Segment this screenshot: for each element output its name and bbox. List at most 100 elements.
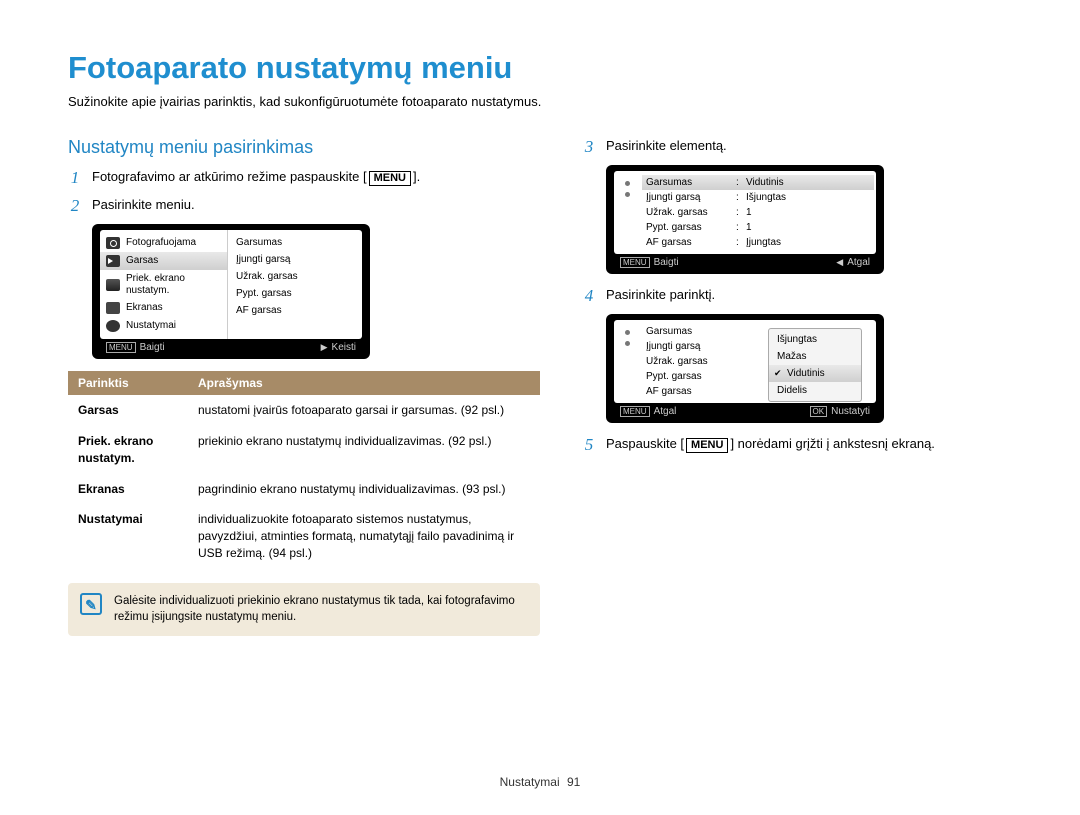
footer-left: Baigti [140,342,165,353]
step-2-text: Pasirinkite meniu. [92,196,540,214]
step-1: 1 Fotografavimo ar atkūrimo režime paspa… [68,168,540,186]
row-value: Vidutinis [746,177,870,188]
section-heading: Nustatymų meniu pasirinkimas [68,137,540,158]
row-label: AF garsas [646,237,732,248]
popup-item: Didelis [769,382,861,399]
option-name: Priek. ekrano nustatym. [68,426,188,474]
row-label: Garsumas [646,177,732,188]
menu-item: Ekranas [100,299,227,317]
row-label: Įjungti garsą [646,341,732,352]
step-1-text-post: ]. [413,169,420,184]
page-subtitle: Sužinokite apie įvairias parinktis, kad … [68,94,1012,109]
row-label: AF garsas [646,386,732,397]
option-desc: individualizuokite fotoaparato sistemos … [188,504,540,568]
step-number: 4 [582,286,596,304]
camera-screen-values: Garsumas:Vidutinis Įjungti garsą:Išjungt… [606,165,884,274]
step-5-text-pre: Paspauskite [ [606,436,684,451]
submenu-item: AF garsas [236,302,354,319]
menu-item-label: Priek. ekrano nustatym. [126,273,221,296]
footer-left: Baigti [654,257,679,268]
popup-item: Mažas [769,348,861,365]
menu-item: Priek. ekrano nustatym. [100,270,227,299]
menu-button-label: MENU [369,171,411,186]
dot-icon [625,181,630,186]
note-icon: ✎ [80,593,102,615]
step-1-text-pre: Fotografavimo ar atkūrimo režime paspaus… [92,169,367,184]
step-3-text: Pasirinkite elementą. [606,137,1012,155]
row-label: Pypt. garsas [646,371,732,382]
step-number: 3 [582,137,596,155]
step-number: 2 [68,196,82,214]
step-2: 2 Pasirinkite meniu. [68,196,540,214]
footer-section: Nustatymai [500,775,560,789]
camera-screen-popup: Garsumas Įjungti garsą Užrak. garsas Pyp… [606,314,884,423]
camera-screen-menu: Fotografuojama Garsas Priek. ekrano nust… [92,224,370,359]
step-3: 3 Pasirinkite elementą. [582,137,1012,155]
option-desc: nustatomi įvairūs fotoaparato garsai ir … [188,395,540,426]
menu-icon: MENU [620,406,650,417]
option-desc: priekinio ekrano nustatymų individualiza… [188,426,540,474]
step-5: 5 Paspauskite [MENU] norėdami grįžti į a… [582,435,1012,453]
front-display-icon [106,279,120,291]
value-popup: Išjungtas Mažas Vidutinis Didelis [768,328,862,402]
menu-item-label: Ekranas [126,302,163,314]
table-row: Priek. ekrano nustatym.priekinio ekrano … [68,426,540,474]
row-value: Įjungtas [746,237,870,248]
row-value: Išjungtas [746,192,870,203]
sound-icon [106,255,120,267]
note-text: Galėsite individualizuoti priekinio ekra… [114,595,515,624]
footer-left: Atgal [654,406,677,417]
popup-item: Išjungtas [769,331,861,348]
menu-icon: MENU [106,342,136,353]
value-row: Įjungti garsą:Išjungtas [642,190,874,205]
popup-item-selected: Vidutinis [769,365,861,382]
table-row: Garsasnustatomi įvairūs fotoaparato gars… [68,395,540,426]
submenu-item: Garsumas [236,234,354,251]
row-value: 1 [746,222,870,233]
option-name: Nustatymai [68,504,188,568]
row-value: 1 [746,207,870,218]
page-footer: Nustatymai 91 [0,775,1080,789]
value-row: AF garsas:Įjungtas [642,235,874,250]
value-row: Pypt. garsas:1 [642,220,874,235]
table-row: Nustatymaiindividualizuokite fotoaparato… [68,504,540,568]
menu-item-label: Fotografuojama [126,237,196,249]
row-label: Įjungti garsą [646,192,732,203]
step-5-text-post: ] norėdami grįžti į ankstesnį ekraną. [730,436,934,451]
ok-icon: OK [810,406,828,417]
step-number: 1 [68,168,82,186]
display-icon [106,302,120,314]
gear-icon [106,320,120,332]
left-triangle-icon: ◀ [836,257,843,267]
submenu-item: Pypt. garsas [236,285,354,302]
camera-icon [106,237,120,249]
step-4-text: Pasirinkite parinktį. [606,286,1012,304]
table-row: Ekranaspagrindinio ekrano nustatymų indi… [68,474,540,505]
options-table: Parinktis Aprašymas Garsasnustatomi įvai… [68,371,540,569]
table-header-option: Parinktis [68,371,188,395]
row-label: Užrak. garsas [646,207,732,218]
footer-right: Keisti [332,342,356,353]
value-row-selected: Garsumas:Vidutinis [642,175,874,190]
step-number: 5 [582,435,596,453]
row-label: Užrak. garsas [646,356,732,367]
menu-item-selected: Garsas [100,252,227,270]
footer-right: Atgal [847,257,870,268]
row-label: Garsumas [646,326,732,337]
table-header-desc: Aprašymas [188,371,540,395]
right-triangle-icon: ▶ [321,342,328,352]
menu-item: Fotografuojama [100,234,227,252]
menu-item: Nustatymai [100,317,227,335]
option-name: Garsas [68,395,188,426]
option-name: Ekranas [68,474,188,505]
dot-icon [625,341,630,346]
menu-button-label: MENU [686,438,728,453]
submenu-item: Įjungti garsą [236,251,354,268]
value-row: Užrak. garsas:1 [642,205,874,220]
dot-icon [625,192,630,197]
menu-item-label: Garsas [126,255,158,267]
menu-icon: MENU [620,257,650,268]
option-desc: pagrindinio ekrano nustatymų individuali… [188,474,540,505]
dot-icon [625,330,630,335]
row-label: Pypt. garsas [646,222,732,233]
